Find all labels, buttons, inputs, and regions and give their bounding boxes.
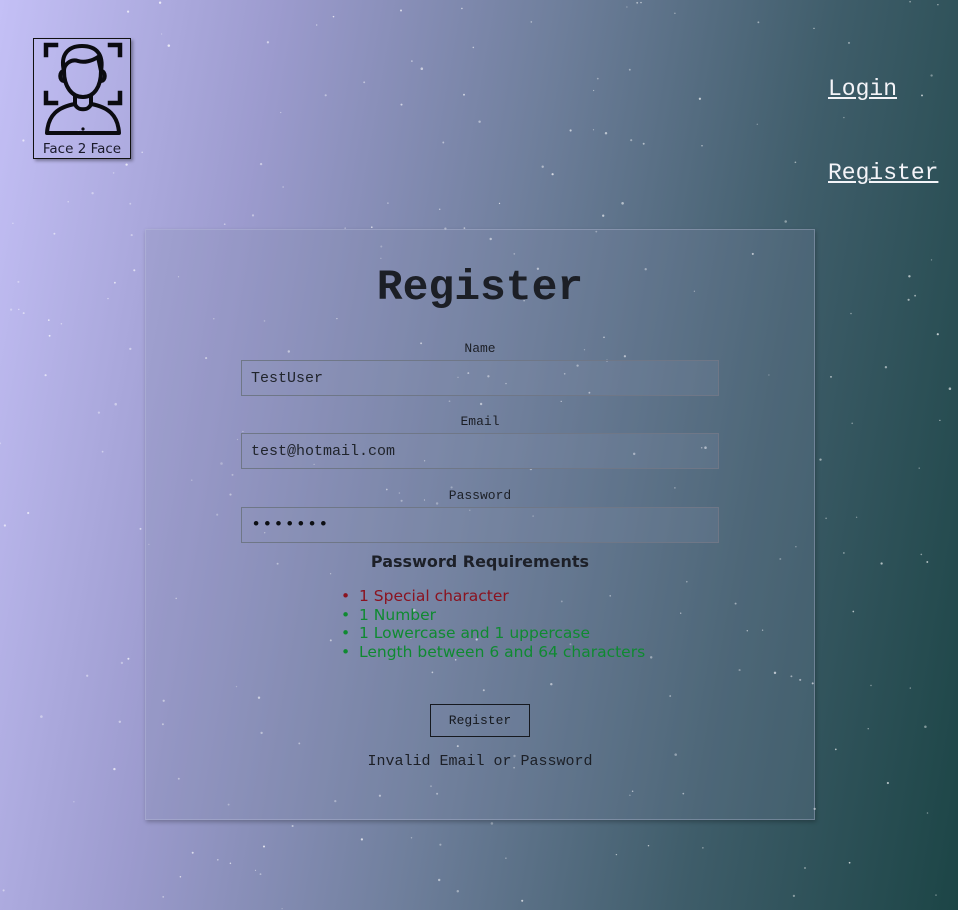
name-input-value: TestUser — [251, 369, 324, 387]
form-title: Register — [376, 263, 584, 312]
email-input[interactable]: test@hotmail.com — [241, 433, 719, 469]
bullet-icon: • — [341, 605, 351, 624]
password-input-value: ••••••• — [251, 515, 330, 535]
name-input[interactable]: TestUser — [241, 360, 719, 396]
bullet-icon: • — [341, 642, 351, 661]
requirement-number: • 1 Number — [341, 606, 645, 625]
password-requirements-title: Password Requirements — [370, 552, 590, 571]
requirement-text: Length between 6 and 64 characters — [359, 642, 646, 661]
requirement-text: 1 Special character — [359, 587, 509, 605]
requirement-special-character: • 1 Special character — [341, 587, 645, 606]
bullet-icon: • — [341, 624, 351, 642]
requirement-case: • 1 Lowercase and 1 uppercase — [341, 624, 645, 643]
register-submit-button[interactable]: Register — [430, 704, 530, 737]
password-input[interactable]: ••••••• — [241, 507, 719, 543]
logo-text: Face 2 Face — [42, 141, 122, 157]
password-label: Password — [448, 488, 512, 503]
error-message: Invalid Email or Password — [367, 753, 593, 770]
email-label: Email — [460, 414, 500, 429]
requirement-length: • Length between 6 and 64 characters — [341, 643, 645, 662]
name-label: Name — [464, 341, 496, 356]
nav-login-link[interactable]: Login — [828, 76, 897, 102]
requirement-text: 1 Lowercase and 1 uppercase — [359, 624, 591, 642]
nav-register-link[interactable]: Register — [828, 160, 938, 186]
face-scan-icon — [43, 42, 123, 135]
bullet-icon: • — [341, 587, 351, 605]
password-requirements-list: • 1 Special character • 1 Number • 1 Low… — [341, 587, 645, 661]
email-input-value: test@hotmail.com — [251, 442, 396, 460]
logo[interactable]: Face 2 Face — [33, 38, 131, 159]
register-form-card: Register Name TestUser Email test@hotmai… — [145, 229, 815, 820]
requirement-text: 1 Number — [359, 605, 437, 624]
